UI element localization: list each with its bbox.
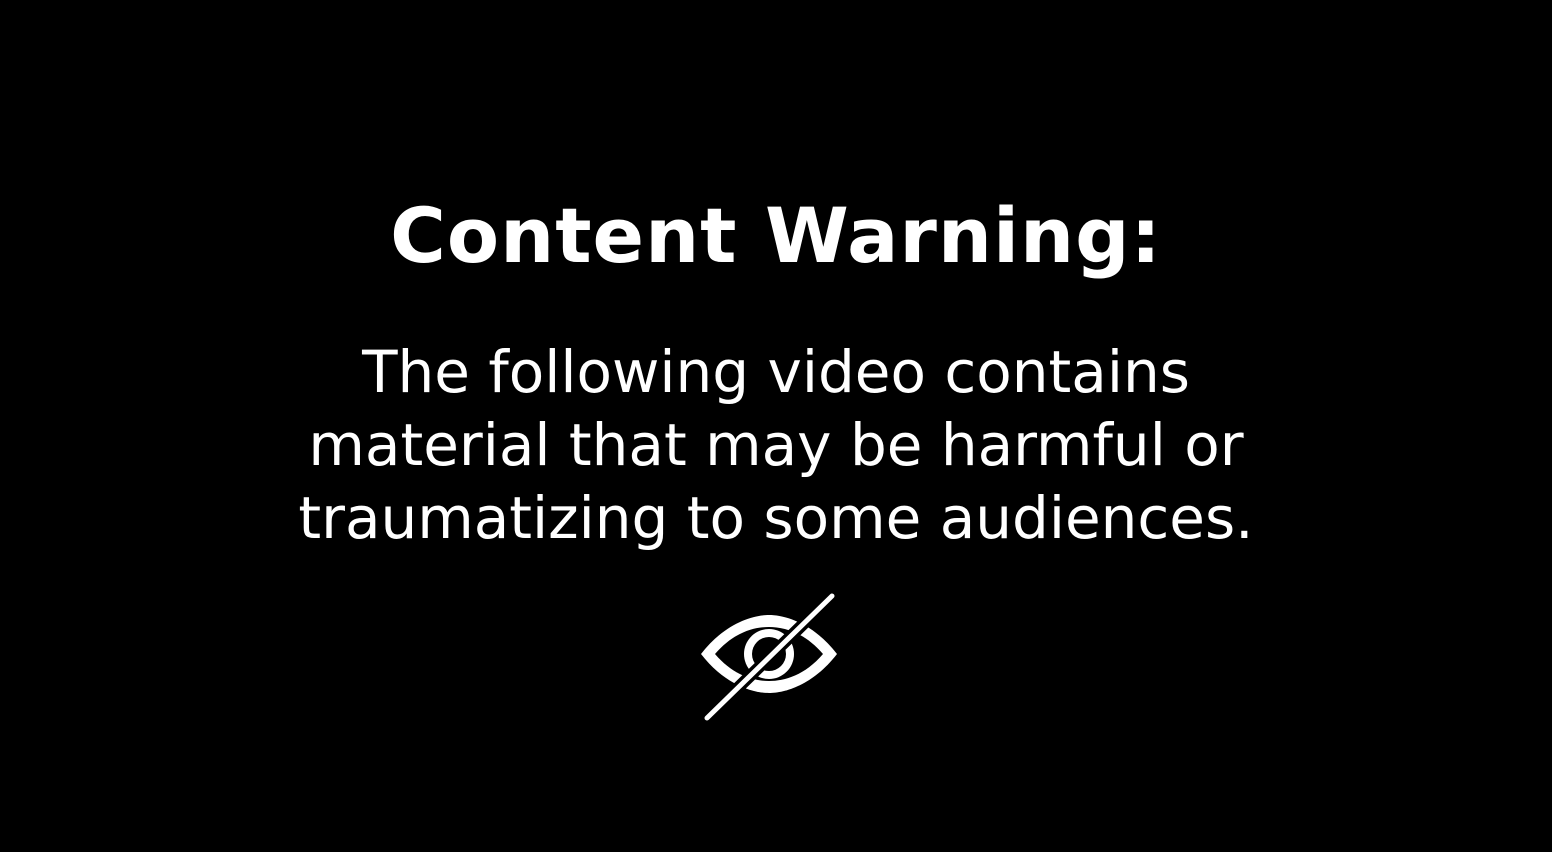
warning-line-1: The following video contains (362, 338, 1190, 406)
eye-slash-icon (701, 591, 838, 723)
warning-message: The following video contains material th… (0, 336, 1552, 555)
content-warning-screen: Content Warning: The following video con… (0, 0, 1552, 852)
warning-line-3: traumatizing to some audiences. (298, 484, 1254, 552)
warning-title: Content Warning: (390, 191, 1162, 280)
warning-line-2: material that may be harmful or (308, 411, 1244, 479)
